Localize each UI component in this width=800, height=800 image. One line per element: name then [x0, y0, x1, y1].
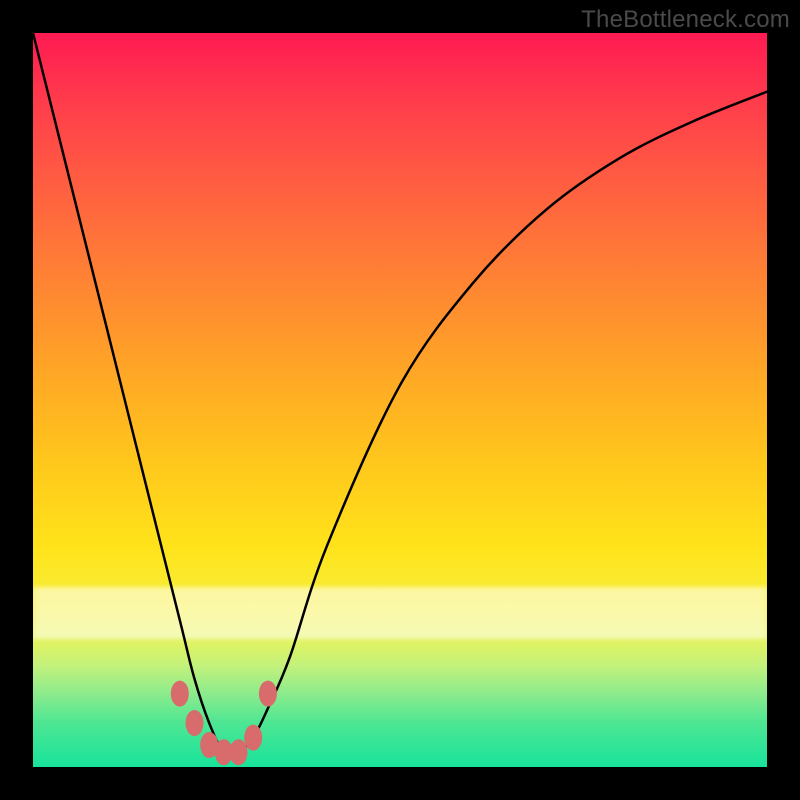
plot-area	[33, 33, 767, 767]
chart-container: TheBottleneck.com	[0, 0, 800, 800]
bottleneck-curve	[33, 33, 767, 755]
data-marker	[244, 725, 262, 751]
data-marker	[259, 681, 277, 707]
curve-svg	[33, 33, 767, 767]
data-marker	[171, 681, 189, 707]
data-marker	[186, 710, 204, 736]
watermark-text: TheBottleneck.com	[581, 6, 790, 34]
data-marker	[230, 739, 248, 765]
